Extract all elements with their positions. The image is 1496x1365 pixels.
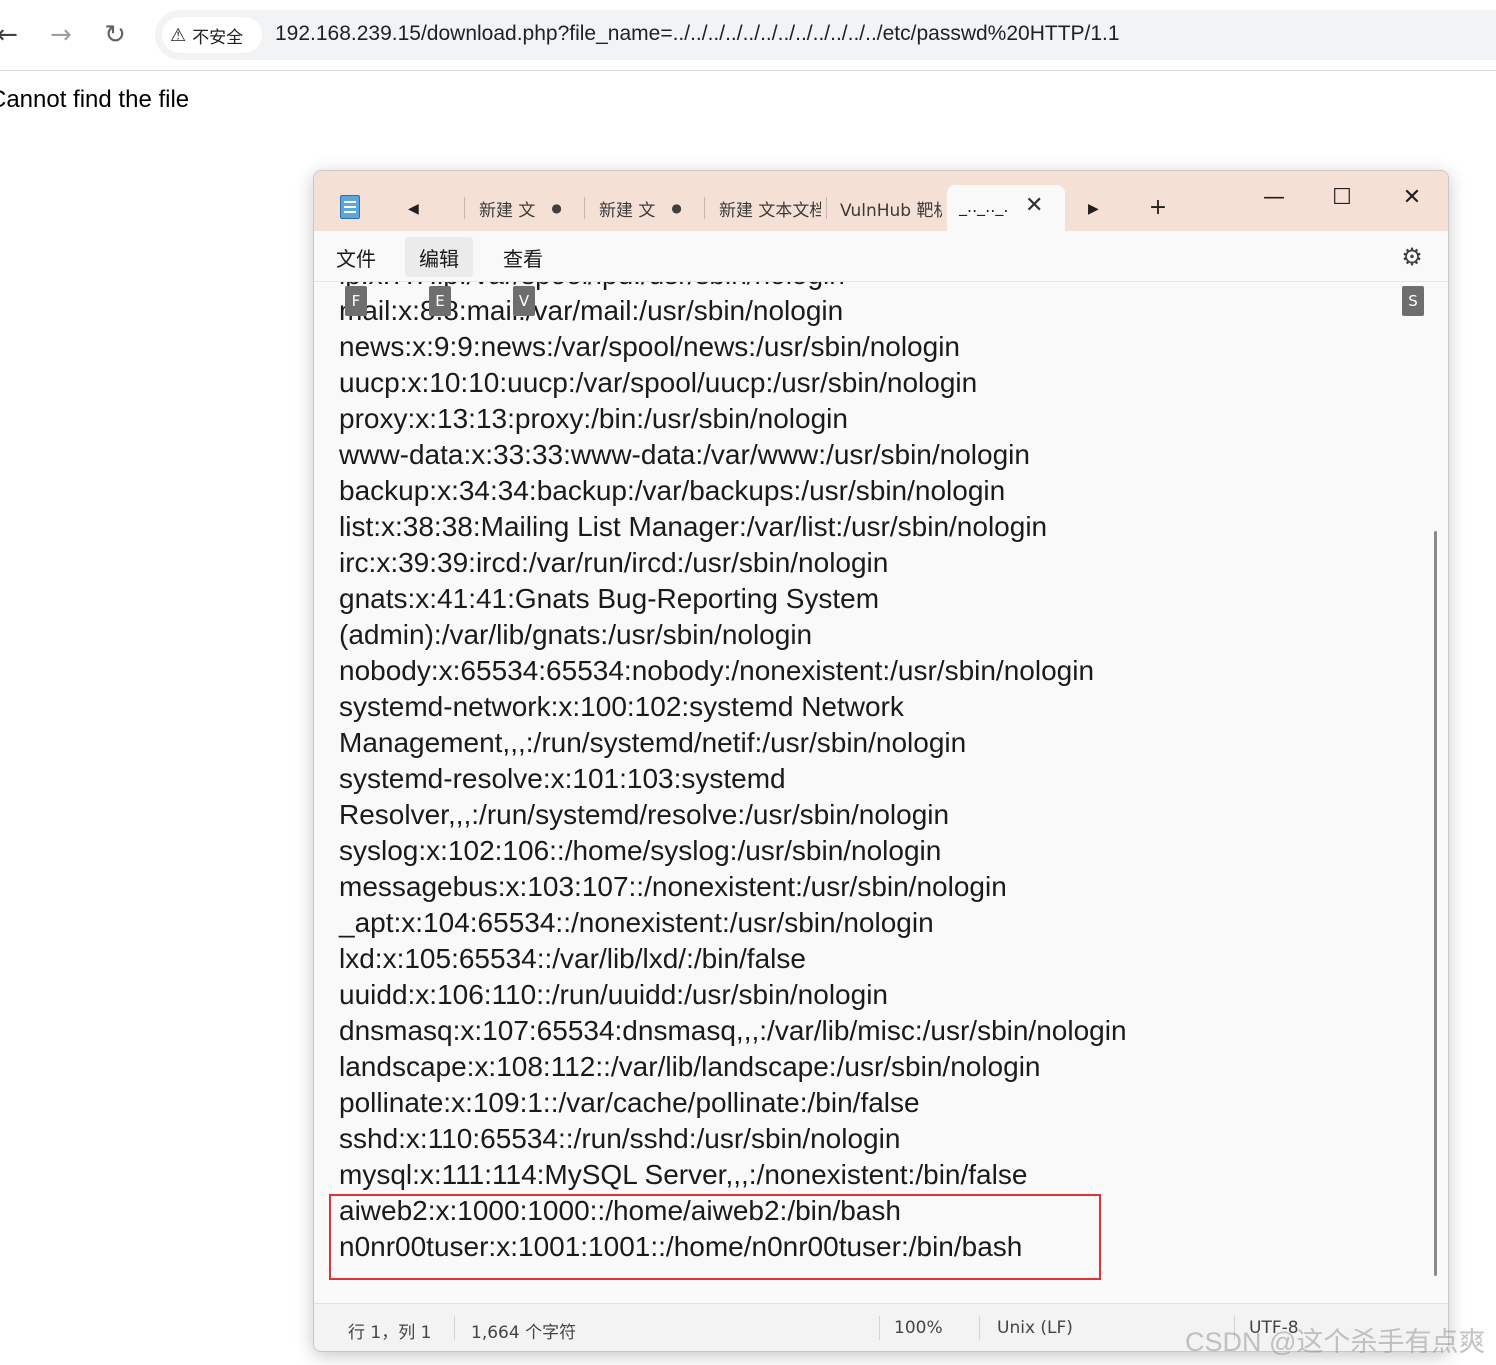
editor-line: systemd-resolve:x:101:103:systemd (339, 763, 786, 794)
tab-label: 新建 文 (599, 200, 656, 221)
highlight-box (329, 1194, 1101, 1280)
security-label: 不安全 (192, 27, 244, 48)
editor-line: systemd-network:x:100:102:systemd Networ… (339, 691, 904, 722)
editor-line: sshd:x:110:65534::/run/sshd:/usr/sbin/no… (339, 1123, 901, 1154)
vertical-scrollbar[interactable] (1434, 531, 1437, 1276)
new-tab-plus-icon[interactable]: + (1138, 187, 1178, 227)
editor-line: www-data:x:33:33:www-data:/var/www:/usr/… (339, 439, 1030, 470)
back-arrow-icon[interactable]: ← (0, 18, 24, 52)
editor-line: (admin):/var/lib/gnats:/usr/sbin/nologin (339, 619, 813, 650)
editor-line: uucp:x:10:10:uucp:/var/spool/uucp:/usr/s… (339, 367, 978, 398)
maximize-icon[interactable]: ☐ (1322, 177, 1362, 217)
unsaved-dot-icon: ● (671, 201, 682, 215)
reload-icon[interactable]: ↻ (98, 18, 132, 52)
cursor-position: 行 1，列 1 (348, 1323, 432, 1343)
text-editor[interactable]: lp:x:7:7:lp:/var/spool/lpd:/usr/sbin/nol… (314, 282, 1436, 1302)
warning-icon: ⚠ (170, 24, 187, 46)
menu-bar: 文件 编辑 查看 ⚙ (314, 231, 1448, 282)
editor-text[interactable]: lp:x:7:7:lp:/var/spool/lpd:/usr/sbin/nol… (339, 282, 1127, 1265)
menu-edit[interactable]: 编辑 (405, 237, 473, 277)
notepad-icon (340, 195, 360, 219)
editor-line: _apt:x:104:65534::/nonexistent:/usr/sbin… (339, 907, 934, 938)
tab-new-text-3[interactable]: 新建 文本文档 (719, 185, 821, 231)
editor-line: mysql:x:111:114:MySQL Server,,,:/nonexis… (339, 1159, 1028, 1190)
minimize-icon[interactable]: — (1254, 177, 1294, 217)
notepad-window: ◀ 新建 文 ● 新建 文 ● 新建 文本文档 VulnHub 靶机 _.._.… (313, 170, 1449, 1352)
address-bar[interactable]: ⚠ 不安全 192.168.239.15/download.php?file_n… (155, 10, 1496, 60)
url-text[interactable]: 192.168.239.15/download.php?file_name=..… (275, 22, 1120, 46)
unsaved-dot-icon: ● (551, 201, 562, 215)
editor-line: syslog:x:102:106::/home/syslog:/usr/sbin… (339, 835, 942, 866)
tab-vulnhub[interactable]: VulnHub 靶机 (840, 185, 942, 231)
editor-line: irc:x:39:39:ircd:/var/run/ircd:/usr/sbin… (339, 547, 889, 578)
editor-line: proxy:x:13:13:proxy:/bin:/usr/sbin/nolog… (339, 403, 848, 434)
editor-line: lp:x:7:7:lp:/var/spool/lpd:/usr/sbin/nol… (339, 282, 1127, 293)
editor-line: Management,,,:/run/systemd/netif:/usr/sb… (339, 727, 967, 758)
tab-scroll-left-icon[interactable]: ◀ (408, 201, 419, 217)
tab-new-text-2[interactable]: 新建 文 ● (599, 185, 709, 231)
browser-toolbar: ← → ↻ ⚠ 不安全 192.168.239.15/download.php?… (0, 0, 1496, 71)
tab-new-text-1[interactable]: 新建 文 ● (479, 185, 589, 231)
line-ending[interactable]: Unix (LF) (997, 1318, 1073, 1338)
security-chip[interactable]: ⚠ 不安全 (162, 17, 262, 53)
editor-line: uuidd:x:106:110::/run/uuidd:/usr/sbin/no… (339, 979, 888, 1010)
editor-line: landscape:x:108:112::/var/lib/landscape:… (339, 1051, 1041, 1082)
editor-line: messagebus:x:103:107::/nonexistent:/usr/… (339, 871, 1007, 902)
keytip-settings: S (1402, 286, 1424, 316)
tab-active[interactable]: _.._.._. ✕ (947, 185, 1065, 231)
editor-line: dnsmasq:x:107:65534:dnsmasq,,,:/var/lib/… (339, 1015, 1127, 1046)
editor-line: mail:x:8:8:mail:/var/mail:/usr/sbin/nolo… (339, 295, 844, 326)
tab-scroll-right-icon[interactable]: ▶ (1088, 201, 1099, 217)
char-count: 1,664 个字符 (471, 1323, 577, 1343)
menu-file[interactable]: 文件 (322, 237, 390, 277)
editor-line: list:x:38:38:Mailing List Manager:/var/l… (339, 511, 1048, 542)
editor-line: nobody:x:65534:65534:nobody:/nonexistent… (339, 655, 1095, 686)
editor-line: gnats:x:41:41:Gnats Bug-Reporting System (339, 583, 880, 614)
editor-line: Resolver,,,:/run/systemd/resolve:/usr/sb… (339, 799, 950, 830)
editor-line: news:x:9:9:news:/var/spool/news:/usr/sbi… (339, 331, 960, 362)
editor-line: pollinate:x:109:1::/var/cache/pollinate:… (339, 1087, 920, 1118)
editor-line: lxd:x:105:65534::/var/lib/lxd/:/bin/fals… (339, 943, 806, 974)
editor-line: backup:x:34:34:backup:/var/backups:/usr/… (339, 475, 1006, 506)
keytip-view: V (513, 286, 535, 316)
tab-label: _.._.._. (959, 197, 1009, 216)
page-message: Cannot find the file (0, 86, 190, 113)
zoom-level[interactable]: 100% (894, 1318, 943, 1338)
title-bar: ◀ 新建 文 ● 新建 文 ● 新建 文本文档 VulnHub 靶机 _.._.… (314, 171, 1448, 231)
keytip-file: F (345, 286, 367, 316)
close-tab-icon[interactable]: ✕ (1025, 193, 1043, 218)
forward-arrow-icon[interactable]: → (44, 18, 78, 52)
tab-label: VulnHub 靶机 (840, 200, 942, 221)
tab-label: 新建 文本文档 (719, 200, 821, 221)
settings-gear-icon[interactable]: ⚙ (1396, 241, 1428, 273)
tab-label: 新建 文 (479, 200, 536, 221)
watermark: CSDN @这个杀手有点爽 (1185, 1327, 1486, 1357)
keytip-edit: E (429, 286, 451, 316)
close-window-icon[interactable]: ✕ (1392, 177, 1432, 217)
menu-view[interactable]: 查看 (489, 237, 557, 277)
